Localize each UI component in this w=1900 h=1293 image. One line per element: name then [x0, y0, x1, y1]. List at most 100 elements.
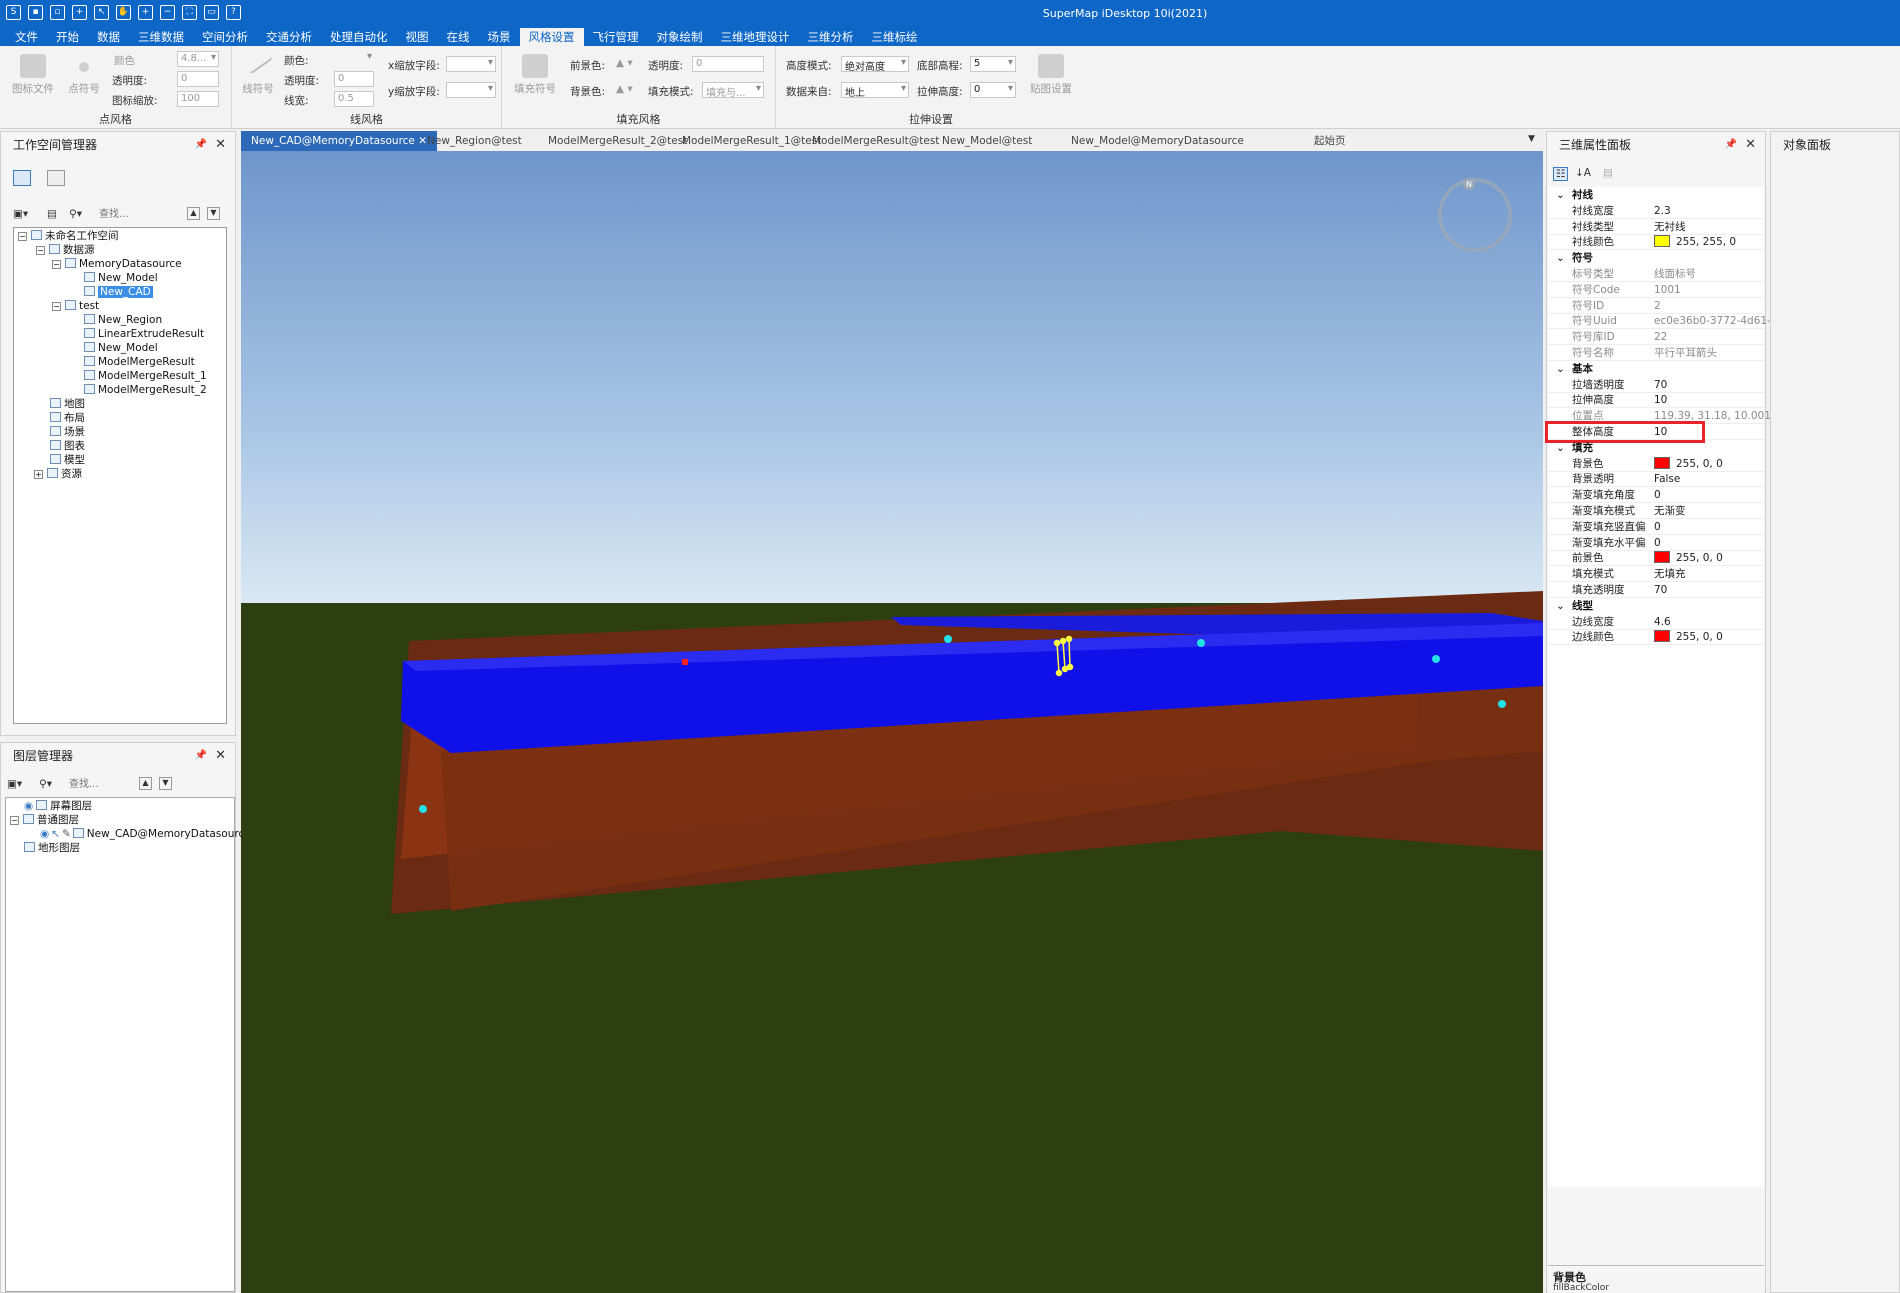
property-value[interactable]: 255, 0, 0 [1654, 456, 1723, 472]
line-color-field[interactable] [334, 51, 374, 67]
extrude-height-field[interactable]: 0 [970, 82, 1016, 98]
doc-tab-2[interactable]: ModelMergeResult_2@test [548, 131, 687, 151]
color-swatch[interactable] [1654, 630, 1670, 643]
menu-2[interactable]: 数据 [88, 28, 129, 46]
property-row[interactable]: 符号库ID 22 [1548, 329, 1764, 346]
close-icon[interactable]: ✕ [215, 743, 226, 769]
property-value[interactable]: 1001 [1654, 282, 1681, 298]
property-value[interactable]: 10 [1654, 424, 1667, 440]
property-category[interactable]: ⌄ 衬线 [1548, 187, 1764, 203]
sort-az-icon[interactable]: ↓A [1575, 167, 1591, 179]
tree-node-layouts[interactable]: 布局 [50, 411, 85, 425]
property-row[interactable]: 前景色 255, 0, 0 [1548, 550, 1764, 567]
doc-tab-5[interactable]: New_Model@test [942, 131, 1032, 151]
point-symbol-button[interactable]: 点符号 [62, 54, 106, 96]
menu-8[interactable]: 在线 [438, 28, 479, 46]
property-value[interactable]: 22 [1654, 329, 1667, 345]
property-row[interactable]: 衬线颜色 255, 255, 0 [1548, 234, 1764, 251]
edit-node-marker[interactable] [944, 635, 952, 643]
workspace-tab-icon[interactable] [13, 170, 31, 186]
height-mode-select[interactable]: 绝对高度 [841, 56, 909, 72]
doc-tab-4[interactable]: ModelMergeResult@test [812, 131, 939, 151]
workspace-open-icon[interactable]: ▤ [47, 208, 57, 220]
property-row[interactable]: 符号Uuid ec0e36b0-3772-4d61-be4 [1548, 313, 1791, 330]
tree-node-workspace[interactable]: − 未命名工作空间 [18, 229, 119, 243]
property-value[interactable]: 4.6 [1654, 614, 1671, 630]
property-row[interactable]: 边线颜色 255, 0, 0 [1548, 629, 1764, 646]
property-row[interactable]: 背景透明 False [1548, 471, 1764, 488]
icon-file-button[interactable]: 图标文件 [8, 54, 58, 96]
search-down-icon[interactable]: ▼ [159, 777, 172, 790]
property-row[interactable]: 整体高度 10 [1545, 421, 1764, 443]
property-row[interactable]: 拉墙透明度 70 [1548, 377, 1764, 393]
scene-canvas[interactable]: N [241, 151, 1543, 1293]
close-icon[interactable]: ✕ [1745, 132, 1756, 158]
property-category[interactable]: ⌄ 线型 [1548, 598, 1764, 614]
point-opacity-field[interactable]: 0 [177, 71, 219, 87]
property-value[interactable]: False [1654, 471, 1680, 487]
menu-9[interactable]: 场景 [479, 28, 520, 46]
collapse-chevron-icon[interactable]: ⌄ [1556, 361, 1565, 377]
texture-settings-button[interactable]: 贴图设置 [1024, 54, 1078, 96]
layer-menu-icon[interactable]: ▣▾ [7, 778, 22, 790]
property-category[interactable]: ⌄ 符号 [1548, 250, 1764, 266]
categorized-view-icon[interactable]: ☷ [1553, 167, 1569, 181]
workspace-search-input[interactable] [99, 207, 191, 222]
layer-node-terrain[interactable]: 地形图层 [24, 841, 80, 855]
layer-node-cad[interactable]: ◉ ↖ ✎ New_CAD@MemoryDatasource [40, 827, 251, 841]
pin-icon[interactable]: 📌 [195, 743, 207, 769]
tree-node-model-merge-2[interactable]: ModelMergeResult_2 [84, 383, 207, 397]
property-value[interactable]: 无渐变 [1654, 503, 1686, 519]
property-value[interactable]: 2.3 [1654, 203, 1671, 219]
edit-node-marker[interactable] [1197, 639, 1205, 647]
menu-0[interactable]: 文件 [6, 28, 47, 46]
tree-node-new-region[interactable]: New_Region [84, 313, 162, 327]
property-row[interactable]: 渐变填充水平偏 0 [1548, 535, 1764, 551]
line-width-field[interactable]: 0.5 [334, 91, 374, 107]
property-row[interactable]: 背景色 255, 0, 0 [1548, 456, 1764, 472]
menu-10[interactable]: 风格设置 [519, 28, 584, 46]
layer-node-screen[interactable]: ◉ 屏幕图层 [24, 799, 92, 813]
icon-scale-field[interactable]: 100 [177, 91, 219, 107]
tree-node-test[interactable]: − test [52, 299, 99, 313]
point-color-field[interactable]: 4.8... [177, 51, 219, 67]
tree-node-model-merge[interactable]: ModelMergeResult [84, 355, 195, 369]
tree-node-linear-extrude[interactable]: LinearExtrudeResult [84, 327, 204, 341]
property-row[interactable]: 拉伸高度 10 [1548, 392, 1764, 409]
property-value[interactable]: 0 [1654, 535, 1661, 551]
tree-node-model-merge-1[interactable]: ModelMergeResult_1 [84, 369, 207, 383]
property-value[interactable]: 255, 0, 0 [1654, 629, 1723, 645]
y-scale-field[interactable] [446, 82, 496, 98]
pin-icon[interactable]: 📌 [195, 132, 207, 158]
menu-7[interactable]: 视图 [397, 28, 438, 46]
menu-5[interactable]: 交通分析 [257, 28, 321, 46]
fill-opacity-field[interactable]: 0 [692, 56, 764, 72]
fill-symbol-button[interactable]: 填充符号 [510, 54, 560, 96]
property-value[interactable]: 70 [1654, 377, 1667, 393]
property-value[interactable]: 255, 0, 0 [1654, 550, 1723, 566]
layer-search-input[interactable] [69, 777, 139, 792]
resource-tab-icon[interactable] [47, 170, 65, 186]
property-row[interactable]: 符号名称 平行平耳箭头 [1548, 345, 1764, 361]
search-up-icon[interactable]: ▲ [187, 207, 200, 220]
property-row[interactable]: 符号Code 1001 [1548, 282, 1764, 298]
menu-4[interactable]: 空间分析 [193, 28, 257, 46]
workspace-menu-icon[interactable]: ▣▾ [13, 208, 28, 220]
menu-15[interactable]: 三维标绘 [863, 28, 927, 46]
property-category[interactable]: ⌄ 基本 [1548, 361, 1764, 377]
close-icon[interactable]: ✕ [215, 132, 226, 158]
property-row[interactable]: 填充透明度 70 [1548, 582, 1764, 598]
collapse-chevron-icon[interactable]: ⌄ [1556, 598, 1565, 614]
menu-14[interactable]: 三维分析 [799, 28, 863, 46]
tree-node-new-model-test[interactable]: New_Model [84, 341, 158, 355]
property-value[interactable]: 70 [1654, 582, 1667, 598]
point-color-label[interactable]: 颜色 [114, 53, 135, 68]
collapse-chevron-icon[interactable]: ⌄ [1556, 250, 1565, 266]
line-symbol-button[interactable]: 线符号 [236, 47, 280, 96]
property-value[interactable]: 255, 255, 0 [1654, 234, 1736, 250]
edit-node-marker[interactable] [1432, 655, 1440, 663]
tree-node-new-cad[interactable]: New_CAD [84, 285, 153, 299]
property-value[interactable]: 10 [1654, 392, 1667, 408]
menu-3[interactable]: 三维数据 [129, 28, 193, 46]
property-row[interactable]: 衬线类型 无衬线 [1548, 219, 1764, 235]
